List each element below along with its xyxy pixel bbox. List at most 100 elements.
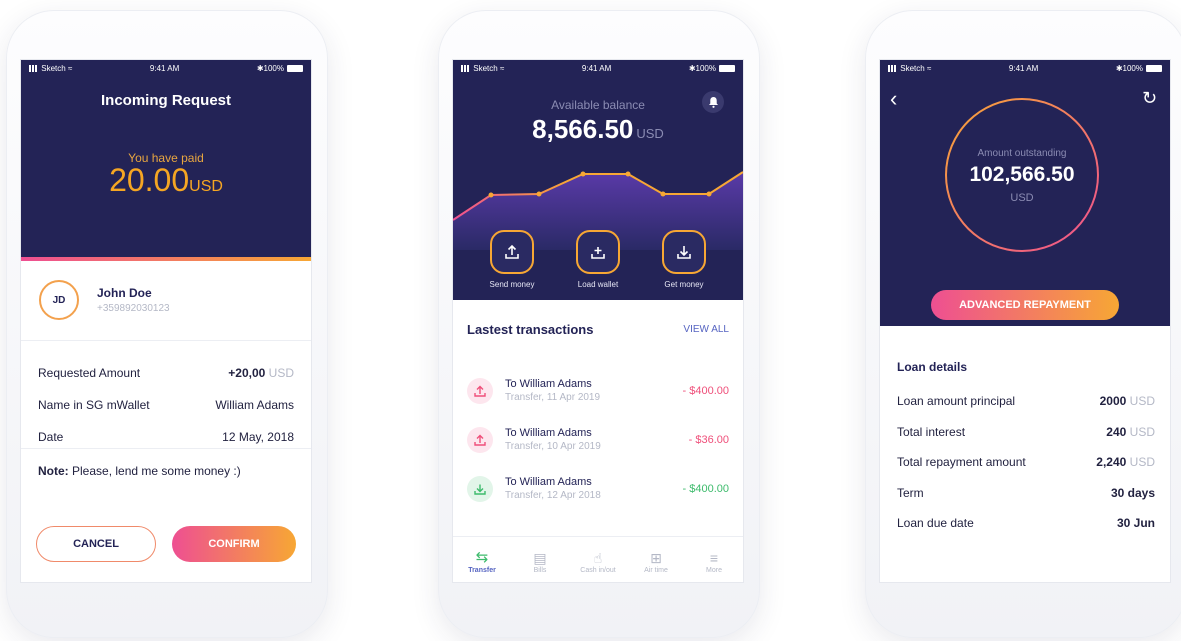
outgoing-icon (467, 377, 493, 404)
contact-phone: +359892030123 (97, 303, 170, 314)
detail-row: Name in SG mWallet William Adams (38, 389, 294, 421)
get-money-button[interactable]: Get money (648, 230, 720, 289)
screen-incoming-request: Sketch ≈ 9:41 AM ✱100% Incoming Request … (21, 60, 311, 582)
screen-loan: Sketch ≈ 9:41 AM ✱100% ‹ ↻ Amount outsta… (880, 60, 1170, 582)
battery-label: 100% (695, 63, 716, 73)
balance-panel: Sketch ≈ 9:41 AM ✱100% Available balance… (453, 60, 743, 300)
upload-icon (490, 230, 534, 274)
loan-row-label: Total interest (897, 424, 966, 439)
transaction-row[interactable]: To William Adams Transfer, 11 Apr 2019 -… (467, 366, 729, 415)
chart-point (706, 191, 712, 197)
tab-transfer[interactable]: ⇆ Transfer (457, 549, 507, 574)
chart-point (488, 192, 494, 198)
action-label: Send money (489, 280, 535, 289)
signal-icon (461, 64, 471, 72)
avatar: JD (39, 280, 79, 320)
signal-icon (888, 64, 898, 72)
detail-value: William Adams (215, 398, 294, 412)
carrier-label: Sketch (41, 63, 66, 73)
advanced-repayment-button[interactable]: ADVANCED REPAYMENT (931, 290, 1119, 320)
loan-row: Term 30 days (897, 478, 1155, 509)
transaction-title: To William Adams (505, 378, 592, 390)
status-bar: Sketch ≈ 9:41 AM ✱100% (880, 60, 1170, 76)
detail-value: +20,00 (228, 366, 266, 380)
status-time: 9:41 AM (149, 63, 180, 73)
status-bar: Sketch ≈ 9:41 AM ✱100% (21, 60, 311, 76)
tab-more[interactable]: ≡ More (689, 549, 739, 574)
loan-details-list: Loan amount principal 2000 USD Total int… (897, 386, 1155, 539)
carrier-label: Sketch (473, 63, 498, 73)
quick-actions: Send money Load wallet Get money (453, 230, 743, 289)
loan-row-value: 2,240 (1096, 455, 1127, 470)
transaction-list: To William Adams Transfer, 11 Apr 2019 -… (467, 366, 729, 513)
detail-label: Requested Amount (38, 366, 141, 380)
loan-row-value: 2000 (1099, 394, 1127, 409)
transaction-subtitle: Transfer, 12 Apr 2018 (505, 490, 601, 501)
bluetooth-icon: ✱ (1115, 63, 1123, 73)
chart-point (660, 191, 666, 197)
phone-incoming-request: Sketch ≈ 9:41 AM ✱100% Incoming Request … (6, 10, 328, 638)
tab-bills[interactable]: ▤ Bills (515, 549, 565, 574)
request-details: Requested Amount +20,00 USD Name in SG m… (38, 357, 294, 453)
phone-plus-icon: ⊞ (650, 549, 662, 566)
transaction-row[interactable]: To William Adams Transfer, 10 Apr 2019 -… (467, 415, 729, 464)
accent-stripe (21, 257, 311, 261)
status-bar: Sketch ≈ 9:41 AM ✱100% (453, 60, 743, 76)
divider (21, 448, 311, 449)
loan-row-label: Loan amount principal (897, 394, 1016, 409)
contact-card: JD John Doe +359892030123 (39, 280, 170, 320)
note-label: Note: (38, 464, 69, 478)
menu-icon: ≡ (709, 549, 719, 566)
wifi-icon: ≈ (499, 63, 505, 73)
incoming-icon (467, 475, 493, 502)
hand-coin-icon: ☝ (593, 549, 603, 566)
tab-label: More (706, 566, 722, 574)
loan-details-title: Loan details (897, 360, 968, 374)
refresh-icon[interactable]: ↻ (1142, 88, 1157, 109)
tab-label: Air time (644, 566, 668, 574)
loan-row: Total repayment amount 2,240 USD (897, 455, 1155, 470)
outstanding-label: Amount outstanding (977, 148, 1067, 159)
view-all-link[interactable]: VIEW ALL (683, 324, 729, 335)
transaction-title: To William Adams (505, 476, 592, 488)
tab-label: Bills (533, 566, 547, 574)
transfer-arrows-icon: ⇆ (475, 548, 489, 566)
send-money-button[interactable]: Send money (476, 230, 548, 289)
action-label: Get money (664, 280, 704, 289)
divider (453, 536, 743, 537)
transaction-title: To William Adams (505, 427, 592, 439)
page-title: Incoming Request (100, 92, 231, 109)
confirm-button[interactable]: CONFIRM (172, 526, 296, 562)
phone-wallet: Sketch ≈ 9:41 AM ✱100% Available balance… (438, 10, 760, 638)
battery-icon (286, 64, 303, 72)
loan-row-value: 30 Jun (1116, 516, 1155, 531)
tab-label: Transfer (468, 566, 496, 574)
transactions-header: Lastest transactions VIEW ALL (467, 322, 729, 337)
transaction-amount: - $400.00 (682, 384, 729, 397)
transaction-row[interactable]: To William Adams Transfer, 12 Apr 2018 -… (467, 464, 729, 513)
header-panel: Sketch ≈ 9:41 AM ✱100% Incoming Request … (21, 60, 311, 257)
detail-label: Date (38, 430, 64, 444)
plus-box-icon (576, 230, 620, 274)
chart-point (625, 171, 631, 177)
loan-row: Loan amount principal 2000 USD (897, 394, 1155, 409)
wifi-icon: ≈ (67, 63, 73, 73)
status-time: 9:41 AM (581, 63, 612, 73)
screen-wallet: Sketch ≈ 9:41 AM ✱100% Available balance… (453, 60, 743, 582)
outstanding-ring: Amount outstanding 102,566.50 USD (945, 98, 1099, 252)
battery-label: 100% (263, 63, 284, 73)
battery-icon (718, 64, 735, 72)
loan-row-label: Loan due date (897, 516, 974, 531)
chart-point (536, 191, 542, 197)
bill-icon: ▤ (533, 549, 547, 566)
outgoing-icon (467, 426, 493, 453)
tab-air-time[interactable]: ⊞ Air time (631, 549, 681, 574)
loan-row-value: 240 (1106, 424, 1127, 439)
back-arrow-icon[interactable]: ‹ (890, 86, 897, 112)
transaction-subtitle: Transfer, 11 Apr 2019 (505, 392, 601, 403)
action-label: Load wallet (577, 280, 619, 289)
tab-cash-in-out[interactable]: ☝ Cash in/out (573, 549, 623, 574)
load-wallet-button[interactable]: Load wallet (562, 230, 634, 289)
cancel-button[interactable]: CANCEL (36, 526, 156, 562)
bluetooth-icon: ✱ (688, 63, 696, 73)
